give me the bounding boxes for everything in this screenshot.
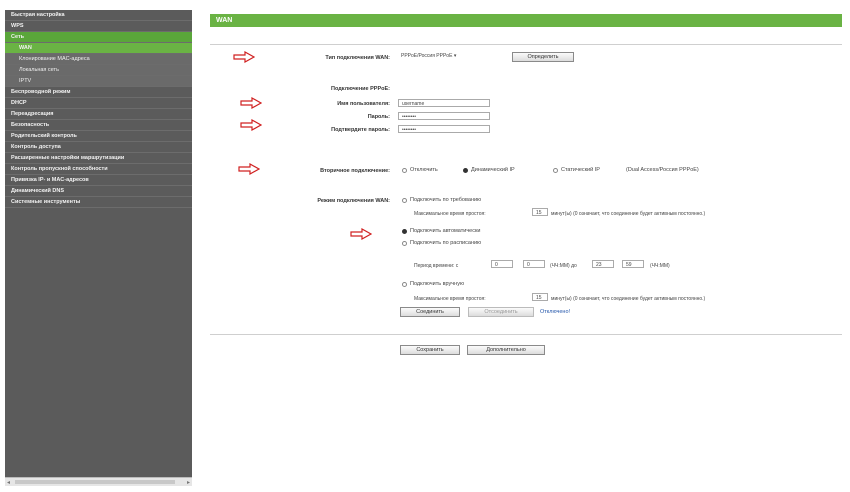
sidebar-item-lan[interactable]: Локальная сеть — [5, 65, 192, 76]
sidebar-item-forwarding[interactable]: Переадресация — [5, 109, 192, 120]
secondary-disable-label: Отключить — [410, 167, 438, 173]
disconnect-button[interactable]: Отсоединить — [468, 307, 534, 317]
detect-button[interactable]: Определить — [512, 52, 574, 62]
idle-time-label-2: Максимальное время простоя: — [414, 296, 486, 302]
secondary-static-ip-radio[interactable] — [553, 168, 558, 173]
wan-type-label: Тип подключения WAN: — [325, 55, 390, 61]
divider — [210, 334, 842, 335]
period-from-minute-input[interactable]: 0 — [523, 260, 545, 268]
page-title: WAN — [210, 14, 842, 27]
red-arrow-icon — [240, 97, 262, 109]
period-unit: (ЧЧ:ММ) — [650, 263, 670, 269]
sidebar-item-parental-control[interactable]: Родительский контроль — [5, 131, 192, 142]
confirm-password-label: Подтвердите пароль: — [331, 127, 390, 133]
sidebar-scrollbar[interactable]: ◂ ▸ — [5, 477, 192, 486]
sidebar-item-ip-mac-binding[interactable]: Привязка IP- и MAC-адресов — [5, 175, 192, 186]
mode-manual-label: Подключить вручную — [410, 281, 465, 287]
sidebar-item-mac-clone[interactable]: Клонирование MAC-адреса — [5, 54, 192, 65]
save-button[interactable]: Сохранить — [400, 345, 460, 355]
mode-on-demand-label: Подключить по требованию — [410, 197, 482, 203]
sidebar-item-quick-setup[interactable]: Быстрая настройка — [5, 10, 192, 21]
pppoe-heading: Подключение PPPoE: — [331, 86, 390, 92]
username-input[interactable]: username — [398, 99, 490, 107]
red-arrow-icon — [240, 119, 262, 131]
sidebar-item-system-tools[interactable]: Системные инструменты — [5, 197, 192, 208]
password-label: Пароль: — [367, 114, 390, 120]
idle-time-input-2[interactable]: 15 — [532, 293, 548, 301]
sidebar-item-network[interactable]: Сеть — [5, 32, 192, 43]
sidebar-item-security[interactable]: Безопасность — [5, 120, 192, 131]
period-to-label: (ЧЧ:ММ) до — [550, 263, 577, 269]
connection-mode-label: Режим подключения WAN: — [317, 198, 390, 204]
secondary-disable-radio[interactable] — [402, 168, 407, 173]
secondary-note: (Dual Access/Россия PPPoE) — [626, 167, 699, 173]
idle-time-note: минут(ы) (0 означает, что соединение буд… — [551, 211, 706, 217]
username-label: Имя пользователя: — [337, 101, 390, 107]
scroll-left-icon[interactable]: ◂ — [7, 479, 10, 486]
mode-auto-radio[interactable] — [402, 229, 407, 234]
chevron-down-icon: ▾ — [453, 53, 457, 59]
advanced-button[interactable]: Дополнительно — [467, 345, 545, 355]
secondary-dynamic-ip-radio[interactable] — [463, 168, 468, 173]
wan-type-select[interactable]: PPPoE/Россия PPPoE ▾ — [398, 52, 508, 60]
secondary-connection-label: Вторичное подключение: — [320, 168, 390, 174]
red-arrow-icon — [350, 228, 372, 240]
idle-time-label: Максимальное время простоя: — [414, 211, 486, 217]
sidebar-item-iptv[interactable]: IPTV — [5, 76, 192, 87]
divider — [210, 44, 842, 45]
secondary-static-ip-label: Статический IP — [561, 167, 600, 173]
password-input[interactable]: •••••••• — [398, 112, 490, 120]
connection-status: Отключено! — [540, 309, 571, 315]
wan-type-value: PPPoE/Россия PPPoE — [401, 53, 453, 59]
sidebar-item-bandwidth-control[interactable]: Контроль пропускной способности — [5, 164, 192, 175]
mode-auto-label: Подключить автоматически — [410, 228, 481, 234]
red-arrow-icon — [233, 51, 255, 63]
mode-scheduled-radio[interactable] — [402, 241, 407, 246]
idle-time-note-2: минут(ы) (0 означает, что соединение буд… — [551, 296, 706, 302]
sidebar-item-wps[interactable]: WPS — [5, 21, 192, 32]
mode-on-demand-radio[interactable] — [402, 198, 407, 203]
sidebar-item-wan[interactable]: WAN — [5, 43, 192, 54]
scroll-right-icon[interactable]: ▸ — [187, 479, 190, 486]
sidebar-item-access-control[interactable]: Контроль доступа — [5, 142, 192, 153]
period-label: Период времени: с — [414, 263, 459, 269]
period-to-hour-input[interactable]: 23 — [592, 260, 614, 268]
scrollbar-thumb[interactable] — [15, 480, 175, 484]
sidebar-item-advanced-routing[interactable]: Расширенные настройки маршрутизации — [5, 153, 192, 164]
period-to-minute-input[interactable]: 59 — [622, 260, 644, 268]
confirm-password-input[interactable]: •••••••• — [398, 125, 490, 133]
idle-time-input[interactable]: 15 — [532, 208, 548, 216]
period-from-hour-input[interactable]: 0 — [491, 260, 513, 268]
sidebar-item-dhcp[interactable]: DHCP — [5, 98, 192, 109]
sidebar-nav: Быстрая настройка WPS Сеть WAN Клонирова… — [5, 10, 192, 486]
red-arrow-icon — [238, 163, 260, 175]
secondary-dynamic-ip-label: Динамический IP — [471, 167, 515, 173]
mode-manual-radio[interactable] — [402, 282, 407, 287]
mode-scheduled-label: Подключить по расписанию — [410, 240, 482, 246]
sidebar-item-wireless[interactable]: Беспроводной режим — [5, 87, 192, 98]
sidebar-item-ddns[interactable]: Динамический DNS — [5, 186, 192, 197]
connect-button[interactable]: Соединить — [400, 307, 460, 317]
